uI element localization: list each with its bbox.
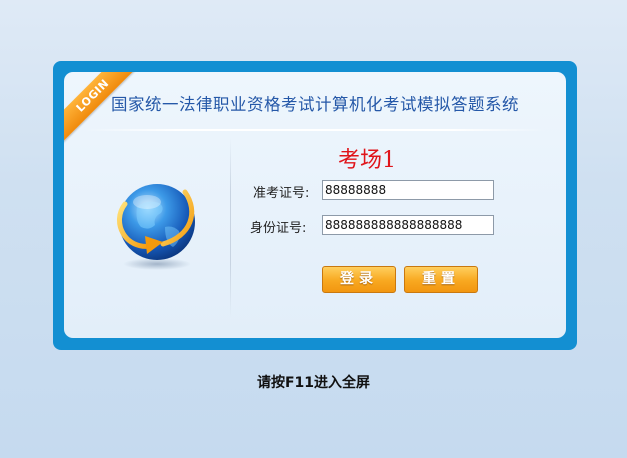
globe-with-arrow-icon — [117, 184, 195, 270]
login-button[interactable]: 登录 — [322, 266, 396, 293]
fullscreen-hint: 请按F11进入全屏 — [256, 375, 371, 391]
login-ribbon: LOGIN — [64, 72, 139, 147]
id-number-label: 身份证号: — [250, 221, 307, 236]
reset-button[interactable]: 重置 — [404, 266, 478, 293]
login-ribbon-label: LOGIN — [64, 72, 139, 147]
login-frame: LOGIN 国家统一法律职业资格考试计算机化考试模拟答题系统 考场1 准考证号:… — [53, 61, 577, 350]
id-number-input[interactable]: 888888888888888888 — [322, 215, 494, 235]
title-divider — [84, 129, 546, 131]
admission-number-input[interactable]: 88888888 — [322, 180, 494, 200]
login-panel: LOGIN 国家统一法律职业资格考试计算机化考试模拟答题系统 考场1 准考证号:… — [64, 72, 566, 338]
system-title: 国家统一法律职业资格考试计算机化考试模拟答题系统 — [111, 95, 519, 114]
exam-room-title: 考场1 — [338, 148, 396, 173]
vertical-divider — [230, 138, 231, 318]
admission-number-label: 准考证号: — [253, 186, 310, 201]
